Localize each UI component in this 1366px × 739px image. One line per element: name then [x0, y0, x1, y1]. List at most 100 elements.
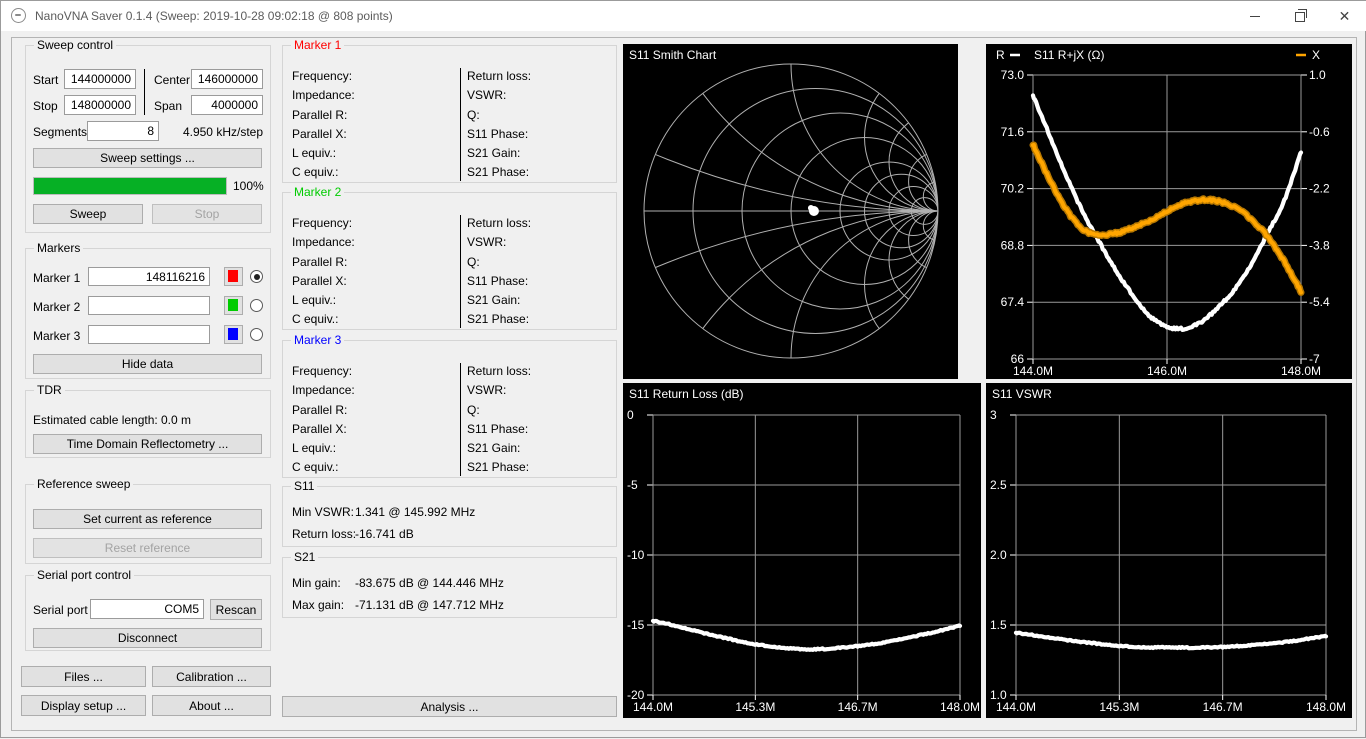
- disconnect-button[interactable]: Disconnect: [33, 628, 262, 648]
- restore-button[interactable]: [1277, 1, 1322, 31]
- marker-3-color-button[interactable]: [224, 325, 243, 344]
- segments-label: Segments: [33, 125, 87, 139]
- svg-text:-2.2: -2.2: [1309, 182, 1330, 196]
- stop-label: Stop: [33, 99, 58, 113]
- marker-2-s11-phase-label: S11 Phase:: [467, 272, 531, 291]
- marker-2-fields-divider: [460, 215, 461, 328]
- rjx-chart[interactable]: 73.071.670.268.867.4661.0-0.6-2.2-3.8-5.…: [986, 44, 1352, 379]
- marker-3-parallel-x-label: Parallel X:: [292, 420, 355, 439]
- marker-1-frequency-field[interactable]: [88, 267, 210, 286]
- sweep-settings-button[interactable]: Sweep settings ...: [33, 148, 262, 168]
- sweep-button[interactable]: Sweep: [33, 204, 143, 224]
- svg-text:S11 VSWR: S11 VSWR: [992, 387, 1052, 401]
- marker-2-frequency-label: Frequency:: [292, 214, 355, 233]
- minimize-button[interactable]: [1232, 1, 1277, 31]
- stop-button[interactable]: Stop: [152, 204, 262, 224]
- reference-sweep-title: Reference sweep: [34, 477, 133, 491]
- rescan-button[interactable]: Rescan: [210, 599, 262, 620]
- marker-2-data-title: Marker 2: [291, 185, 344, 199]
- svg-text:73.0: 73.0: [1001, 68, 1025, 82]
- returnloss-chart[interactable]: 0-5-10-15-20144.0M145.3M146.7M148.0MS11 …: [623, 383, 981, 718]
- close-button[interactable]: ✕: [1322, 1, 1366, 31]
- s11-min-vswr-label: Min VSWR:: [292, 505, 355, 519]
- marker-3-label: Marker 3: [33, 329, 80, 343]
- marker-2-impedance-label: Impedance:: [292, 233, 355, 252]
- marker-3-select-radio[interactable]: [250, 328, 263, 341]
- segments-field[interactable]: [87, 121, 159, 141]
- svg-text:144.0M: 144.0M: [1013, 364, 1053, 378]
- sweep-control-group: Sweep control Start Center Stop Span Seg…: [25, 45, 271, 233]
- svg-text:-3.8: -3.8: [1309, 238, 1330, 252]
- marker-2-right-fields: Return loss:VSWR:Q:S11 Phase:S21 Gain:S2…: [467, 214, 531, 330]
- marker-1-vswr-label: VSWR:: [467, 86, 531, 105]
- marker-3-frequency-field[interactable]: [88, 325, 210, 344]
- vswr-chart[interactable]: 32.52.01.51.0144.0M145.3M146.7M148.0MS11…: [986, 383, 1352, 718]
- tdr-group: TDR Estimated cable length: 0.0 m Time D…: [25, 390, 271, 458]
- s21-stats-title: S21: [291, 550, 318, 564]
- marker-2-s21-phase-label: S21 Phase:: [467, 310, 531, 329]
- marker-2-frequency-field[interactable]: [88, 296, 210, 315]
- s11-return-loss-value: -16.741 dB: [355, 527, 414, 541]
- marker-2-parallel-r-label: Parallel R:: [292, 253, 355, 272]
- center-field[interactable]: [191, 69, 263, 89]
- analysis-button[interactable]: Analysis ...: [282, 696, 617, 717]
- marker-1-return-loss-label: Return loss:: [467, 67, 531, 86]
- marker-2-color-button[interactable]: [224, 296, 243, 315]
- marker-3-vswr-label: VSWR:: [467, 381, 531, 400]
- title-bar[interactable]: NanoVNA Saver 0.1.4 (Sweep: 2019-10-28 0…: [1, 1, 1366, 31]
- span-field[interactable]: [191, 95, 263, 115]
- marker-1-color-button[interactable]: [224, 267, 243, 286]
- svg-text:146.7M: 146.7M: [1203, 700, 1243, 714]
- svg-text:145.3M: 145.3M: [735, 700, 775, 714]
- marker-3-impedance-label: Impedance:: [292, 381, 355, 400]
- set-reference-button[interactable]: Set current as reference: [33, 509, 262, 529]
- marker-3-parallel-r-label: Parallel R:: [292, 401, 355, 420]
- marker-2-label: Marker 2: [33, 300, 80, 314]
- serial-port-field[interactable]: [90, 599, 204, 619]
- marker-1-s21-phase-label: S21 Phase:: [467, 163, 531, 182]
- smith-chart-canvas[interactable]: S11 Smith Chart: [623, 44, 958, 379]
- stop-field[interactable]: [64, 95, 136, 115]
- marker-1-frequency-label: Frequency:: [292, 67, 355, 86]
- files-button[interactable]: Files ...: [21, 666, 146, 687]
- marker-data-column: Marker 1Frequency:Impedance:Parallel R:P…: [282, 1, 617, 739]
- returnloss-canvas[interactable]: 0-5-10-15-20144.0M145.3M146.7M148.0MS11 …: [623, 383, 981, 718]
- calibration-button[interactable]: Calibration ...: [152, 666, 271, 687]
- display-setup-button[interactable]: Display setup ...: [21, 695, 146, 716]
- marker-3-q-label: Q:: [467, 401, 531, 420]
- s11-stats-group: S11 Min VSWR:1.341 @ 145.992 MHzReturn l…: [282, 486, 617, 547]
- marker-1-data-title: Marker 1: [291, 38, 344, 52]
- restore-icon: [1295, 12, 1305, 22]
- marker-3-s21-phase-label: S21 Phase:: [467, 458, 531, 477]
- marker-1-select-radio[interactable]: [250, 270, 263, 283]
- start-label: Start: [33, 73, 58, 87]
- start-field[interactable]: [64, 69, 136, 89]
- marker-2-color-swatch: [228, 299, 238, 311]
- hide-data-button[interactable]: Hide data: [33, 354, 262, 374]
- rjx-canvas[interactable]: 73.071.670.268.867.4661.0-0.6-2.2-3.8-5.…: [986, 44, 1352, 379]
- s11-min-vswr-row: Min VSWR:1.341 @ 145.992 MHz: [292, 505, 475, 519]
- tdr-title: TDR: [34, 383, 65, 397]
- serial-port-label: Serial port: [33, 603, 88, 617]
- svg-text:144.0M: 144.0M: [633, 700, 673, 714]
- marker-1-q-label: Q:: [467, 106, 531, 125]
- marker-3-frequency-label: Frequency:: [292, 362, 355, 381]
- svg-text:-10: -10: [627, 548, 645, 562]
- tdr-button[interactable]: Time Domain Reflectometry ...: [33, 434, 262, 454]
- vswr-canvas[interactable]: 32.52.01.51.0144.0M145.3M146.7M148.0MS11…: [986, 383, 1352, 718]
- svg-text:70.2: 70.2: [1001, 182, 1025, 196]
- svg-text:S11 Smith Chart: S11 Smith Chart: [629, 48, 717, 62]
- s11-return-loss-row: Return loss:-16.741 dB: [292, 527, 414, 541]
- sweep-progress-bar: [33, 177, 227, 195]
- svg-text:S11 R+jX (Ω): S11 R+jX (Ω): [1034, 48, 1104, 62]
- svg-text:148.0M: 148.0M: [940, 700, 980, 714]
- reset-reference-button[interactable]: Reset reference: [33, 538, 262, 558]
- about-button[interactable]: About ...: [152, 695, 271, 716]
- marker-2-select-radio[interactable]: [250, 299, 263, 312]
- marker-3-color-swatch: [228, 328, 238, 340]
- marker-3-data-group: Marker 3Frequency:Impedance:Parallel R:P…: [282, 340, 617, 478]
- smith-chart[interactable]: S11 Smith Chart: [623, 44, 958, 379]
- s21-min-gain-value: -83.675 dB @ 144.446 MHz: [355, 576, 504, 590]
- svg-text:-0.6: -0.6: [1309, 125, 1330, 139]
- marker-3-c-equiv-label: C equiv.:: [292, 458, 355, 477]
